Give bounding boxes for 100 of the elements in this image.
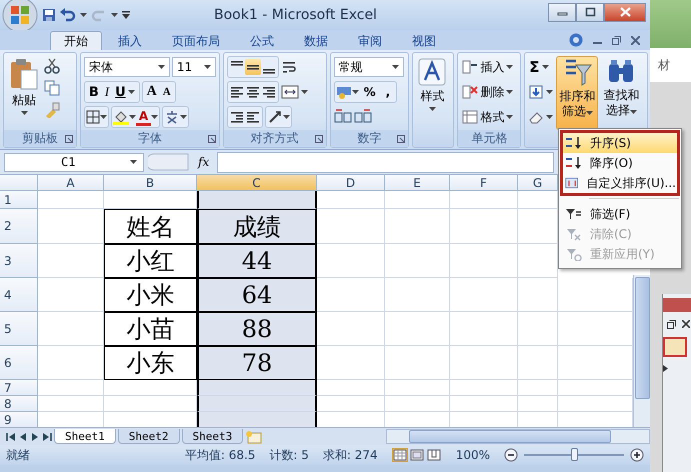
percent-button[interactable]: % <box>358 83 381 101</box>
middle-align-icon[interactable] <box>244 59 261 75</box>
normal-view-icon[interactable] <box>392 448 408 462</box>
table-cell[interactable]: 小米 <box>104 278 197 312</box>
table-cell[interactable]: 小苗 <box>104 312 197 346</box>
fill-icon[interactable] <box>528 84 544 100</box>
align-right-icon[interactable] <box>260 84 277 100</box>
sheet-tab[interactable]: Sheet1 <box>54 429 116 444</box>
paste-icon[interactable] <box>9 58 39 90</box>
selected-cell[interactable] <box>197 380 317 396</box>
help-icon[interactable] <box>569 33 583 47</box>
table-cell[interactable]: 64 <box>197 278 317 312</box>
caret-icon[interactable] <box>111 13 118 17</box>
insert-function-button[interactable]: fx <box>194 155 214 169</box>
row-header[interactable]: 9 <box>0 412 38 427</box>
empty-cell[interactable] <box>450 244 518 278</box>
column-header[interactable]: E <box>385 175 450 191</box>
caret-icon[interactable] <box>300 90 308 94</box>
page-layout-icon[interactable] <box>408 448 425 462</box>
empty-cell[interactable] <box>518 346 558 380</box>
launcher-icon[interactable] <box>208 134 216 142</box>
empty-cell[interactable] <box>450 209 518 244</box>
styles-button[interactable]: 样式 <box>416 56 448 130</box>
column-header[interactable]: C <box>197 175 317 191</box>
selected-cell[interactable] <box>197 412 317 427</box>
empty-cell[interactable] <box>385 278 450 312</box>
decrease-decimal-icon[interactable] <box>354 109 372 125</box>
ribbon-tab[interactable]: 视图 <box>398 31 450 50</box>
decrease-indent-icon[interactable] <box>228 109 245 125</box>
ribbon-tab[interactable]: 插入 <box>104 31 156 50</box>
page-break-icon[interactable] <box>426 448 442 462</box>
ribbon-tab[interactable]: 开始 <box>50 31 102 50</box>
empty-cell[interactable] <box>450 191 518 209</box>
wrap-text-icon[interactable] <box>280 59 297 75</box>
align-left-icon[interactable] <box>228 84 245 100</box>
zoom-out-icon[interactable] <box>504 448 518 462</box>
ribbon-tab[interactable]: 公式 <box>236 31 288 50</box>
borders-icon[interactable] <box>86 110 100 124</box>
table-cell[interactable]: 88 <box>197 312 317 346</box>
row-header[interactable]: 8 <box>0 396 38 412</box>
caret-icon[interactable] <box>546 90 554 94</box>
format-button[interactable]: 格式 <box>461 106 514 128</box>
styles-icon[interactable] <box>418 58 446 86</box>
empty-cell[interactable] <box>385 312 450 346</box>
maximize-icon[interactable] <box>584 7 596 17</box>
selected-cell[interactable] <box>197 191 317 209</box>
font-size-field[interactable]: 11 <box>172 57 216 77</box>
table-cell[interactable]: 78 <box>197 346 317 380</box>
launcher-icon[interactable] <box>397 134 406 142</box>
caret-icon[interactable] <box>130 160 137 164</box>
caret-icon[interactable] <box>80 13 87 17</box>
menu-item[interactable]: 升序(S) <box>563 133 677 153</box>
table-cell[interactable]: 姓名 <box>104 209 197 244</box>
row-header[interactable]: 2 <box>0 209 38 244</box>
first-sheet-icon[interactable] <box>6 432 16 442</box>
grow-font-button[interactable]: A <box>144 83 160 101</box>
caret-icon[interactable] <box>546 115 554 119</box>
caret-icon[interactable] <box>630 110 637 114</box>
previous-sheet-icon[interactable] <box>18 432 28 442</box>
caret-icon[interactable] <box>128 115 136 119</box>
name-box[interactable]: C1 <box>4 152 144 172</box>
empty-cell[interactable] <box>518 380 558 396</box>
table-cell[interactable]: 成绩 <box>197 209 317 244</box>
orientation-icon[interactable] <box>266 109 283 125</box>
increase-decimal-icon[interactable] <box>334 109 352 125</box>
column-header[interactable]: F <box>450 175 518 191</box>
caret-icon[interactable] <box>282 115 290 119</box>
table-cell[interactable]: 小东 <box>104 346 197 380</box>
save-icon[interactable] <box>42 8 56 22</box>
empty-cell[interactable] <box>518 278 558 312</box>
customize-icon[interactable] <box>122 11 130 19</box>
restore-icon[interactable] <box>667 320 676 329</box>
caret-icon[interactable] <box>100 115 107 119</box>
minimize-button[interactable] <box>548 2 576 22</box>
number-format-field[interactable]: 常规 <box>334 57 404 77</box>
empty-cell[interactable] <box>385 191 450 209</box>
caret-icon[interactable] <box>151 115 158 119</box>
sheet-tab[interactable]: Sheet3 <box>182 429 244 444</box>
merge-center-icon[interactable] <box>280 85 299 99</box>
menu-item[interactable]: 自定义排序(U)... <box>563 173 677 193</box>
launcher-icon[interactable] <box>314 134 323 142</box>
row-header[interactable]: 7 <box>0 380 38 396</box>
caret-icon[interactable] <box>128 90 135 94</box>
empty-cell[interactable] <box>385 396 450 412</box>
expand-arrow-icon[interactable] <box>663 365 668 372</box>
insert-cells-icon[interactable] <box>462 59 478 75</box>
sort-filter-button[interactable]: 排序和筛选 <box>556 56 598 130</box>
caret-icon[interactable] <box>506 115 514 119</box>
autosum-button[interactable]: Σ <box>528 56 554 78</box>
caret-icon[interactable] <box>158 65 165 69</box>
undo-icon[interactable] <box>60 8 76 22</box>
empty-cell[interactable] <box>450 396 518 412</box>
caret-icon[interactable] <box>586 111 593 115</box>
underline-button[interactable]: U <box>112 83 138 101</box>
row-header[interactable]: 5 <box>0 312 38 346</box>
insert-button[interactable]: 插入 <box>461 56 514 78</box>
caret-icon[interactable] <box>352 90 359 94</box>
empty-cell[interactable] <box>385 346 450 380</box>
font-name-field[interactable]: 宋体 <box>84 57 170 77</box>
zoom-level[interactable]: 100% <box>456 448 490 462</box>
